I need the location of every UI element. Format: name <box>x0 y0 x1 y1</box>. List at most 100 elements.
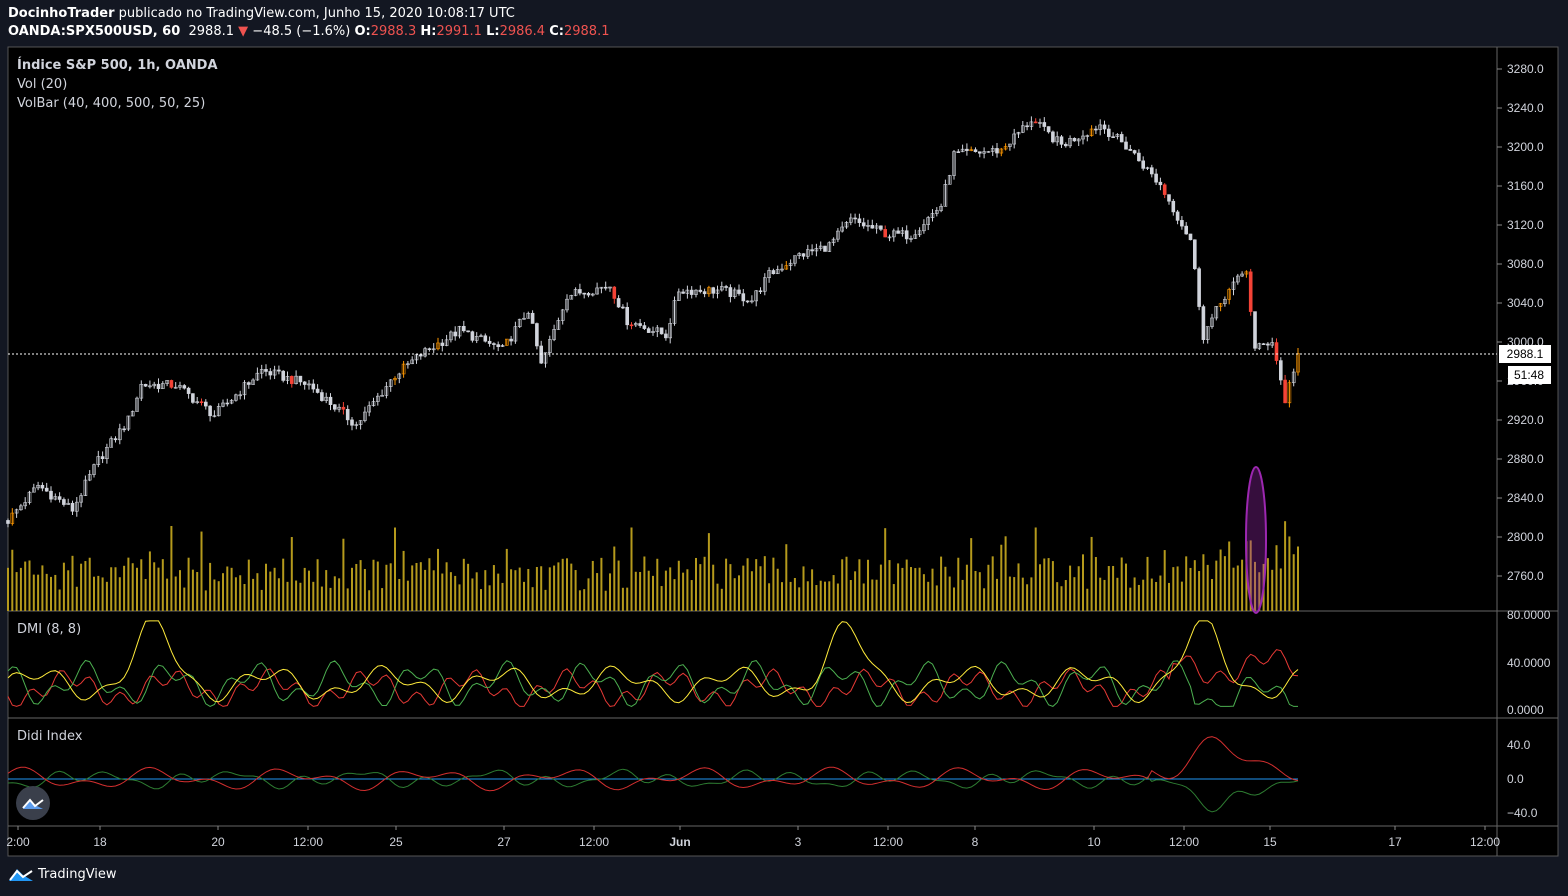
volume-bar <box>1137 584 1140 611</box>
volume-bar <box>806 581 809 611</box>
legend-volbar[interactable]: VolBar (40, 400, 500, 50, 25) <box>17 96 205 111</box>
time-tick-label: 20 <box>211 835 225 849</box>
time-tick-label: 2:00 <box>6 835 30 849</box>
volume-bar <box>437 548 439 611</box>
candle-body <box>1201 306 1206 340</box>
volume-bar <box>682 572 685 611</box>
candle-body <box>247 382 251 385</box>
candle-body <box>1266 343 1270 346</box>
candle <box>823 245 827 252</box>
volume-bar <box>58 589 61 611</box>
candle <box>1072 137 1077 142</box>
volume-bar <box>1279 568 1282 611</box>
footer-logo[interactable]: TradingView <box>8 866 117 882</box>
time-tick-label: 10 <box>1087 835 1101 849</box>
volume-bar <box>712 564 715 611</box>
candle-body <box>40 484 45 489</box>
close-value: 2988.1 <box>563 24 610 39</box>
volume-bar <box>647 570 650 611</box>
volume-bar <box>329 587 332 611</box>
candle-body <box>698 289 703 292</box>
candle-body <box>70 502 75 512</box>
candle-body <box>995 148 999 154</box>
didi-tick-label: 40.0 <box>1507 738 1531 752</box>
candle-body <box>156 383 161 389</box>
volume-bar <box>793 577 796 611</box>
volume-bar <box>703 556 706 611</box>
candle-body <box>470 331 475 341</box>
time-tick-label: 12:00 <box>1470 835 1500 849</box>
candle-body <box>741 293 746 302</box>
candle-body <box>1274 342 1279 361</box>
volume-bar <box>1043 558 1046 611</box>
volume-bar <box>368 590 371 611</box>
publish-date: publicado no TradingView.com, Junho 15, … <box>118 6 515 21</box>
candle-body <box>578 289 582 294</box>
volume-bar <box>428 558 431 611</box>
candle-body <box>483 335 488 342</box>
volume-bar <box>505 548 508 611</box>
volume-bar <box>45 573 48 611</box>
candle <box>1248 268 1253 316</box>
volume-bar <box>265 563 267 611</box>
candle-body <box>1141 160 1145 169</box>
volume-bar <box>179 570 181 611</box>
volume-bar <box>144 579 147 611</box>
candle-body <box>1180 220 1184 227</box>
volume-bar <box>1150 578 1153 611</box>
volume-bar <box>802 566 805 611</box>
volume-bar <box>862 583 865 611</box>
volume-bar <box>1017 563 1020 611</box>
candle-body <box>823 245 827 252</box>
volume-bar <box>88 557 91 611</box>
candle-body <box>879 225 883 230</box>
volume-bar <box>836 583 839 611</box>
candle-body <box>1124 141 1128 150</box>
volume-bar <box>123 565 126 611</box>
volume-bar <box>832 575 835 611</box>
candle-body <box>1283 379 1287 404</box>
volume-bar <box>454 575 457 611</box>
volume-bar <box>359 560 362 611</box>
volume-bar <box>1021 577 1024 611</box>
legend-vol[interactable]: Vol (20) <box>17 77 67 92</box>
volume-bar <box>510 569 513 611</box>
tradingview-badge[interactable] <box>16 786 50 820</box>
candle-body <box>1128 148 1133 151</box>
volume-bar <box>867 559 869 611</box>
volume-bar <box>394 527 396 611</box>
candle-body <box>956 151 961 153</box>
candle-body <box>1248 271 1253 312</box>
volume-bar <box>166 578 169 611</box>
legend-didi[interactable]: Didi Index <box>17 729 82 744</box>
didi-tick-label: −40.0 <box>1507 806 1538 820</box>
legend-dmi[interactable]: DMI (8, 8) <box>17 622 81 637</box>
candle-body <box>1059 136 1064 145</box>
chart-canvas[interactable]: 3280.03240.03200.03160.03120.03080.03040… <box>0 0 1568 896</box>
volume-bar <box>523 581 525 611</box>
volume-bar <box>1219 549 1222 611</box>
volume-bar <box>1193 560 1196 611</box>
candle-body <box>1171 200 1176 213</box>
candle-body <box>904 230 909 240</box>
candle-body <box>771 270 776 275</box>
time-tick-label: 18 <box>93 835 107 849</box>
candle <box>1201 304 1206 344</box>
candle-body <box>659 327 664 335</box>
volume-bar <box>1284 521 1287 611</box>
candle-body <box>487 340 492 344</box>
volume-bar <box>174 576 177 611</box>
volume-bar <box>514 570 517 611</box>
volume-bar <box>781 582 783 611</box>
volume-bar <box>355 563 358 611</box>
volume-bar <box>462 558 465 611</box>
volume-bar <box>910 567 912 611</box>
highlight-ellipse <box>1245 466 1267 614</box>
volume-bar <box>609 573 611 611</box>
volume-bar <box>415 562 418 611</box>
volume-bar <box>24 561 27 611</box>
price-tick-label: 3080.0 <box>1507 257 1544 271</box>
candle-body <box>122 428 126 431</box>
volume-bar <box>1176 566 1179 611</box>
volume-bar <box>574 570 577 611</box>
